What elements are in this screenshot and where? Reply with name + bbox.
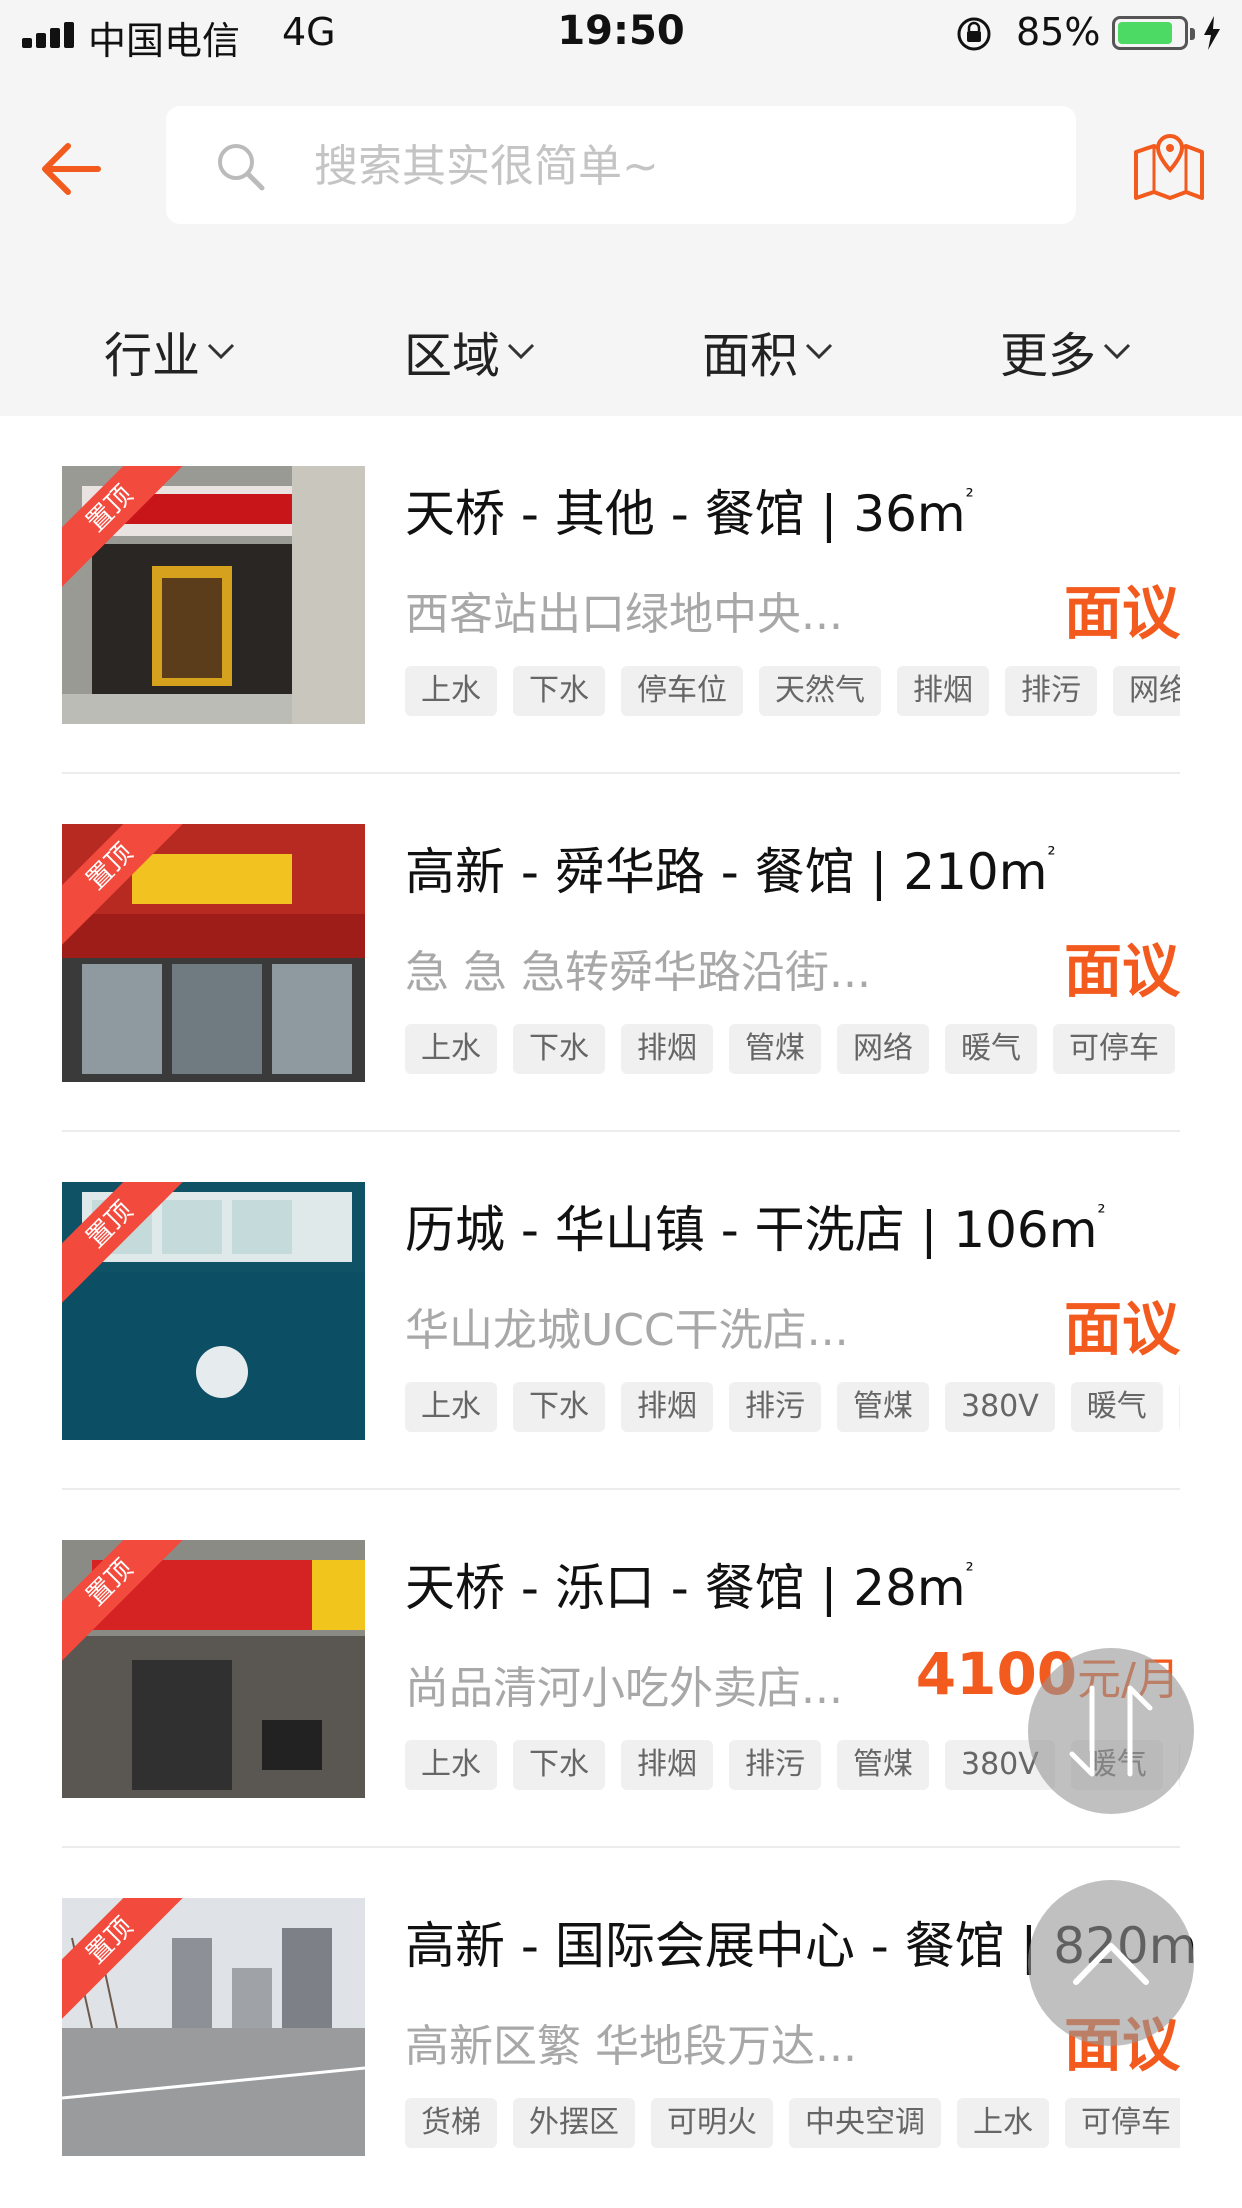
header: 行业 区域 面积 更多 [0,66,1242,416]
orientation-lock-icon [957,17,991,51]
feature-tag: 货梯 [405,2098,497,2148]
feature-tag: 上水 [405,1024,497,1074]
feature-tag: 网络 [1113,666,1180,716]
feature-tag: 排烟 [621,1382,713,1432]
scroll-to-top-icon [1073,1943,1149,1985]
listing-title: 高新 - 舜华路 - 餐馆 | 210m² [405,842,1056,901]
listing-photo: 置顶 [62,824,365,1082]
listing-price: 面议 [1063,579,1180,647]
sort-toggle-button[interactable] [1028,1648,1194,1814]
listing-tags: 上水 下水 停车位 天然气 排烟 排污 网络 [405,666,1180,720]
list-item[interactable]: 置顶 历城 - 华山镇 - 干洗店 | 106m² 华山龙城UCC干洗店... … [0,1132,1242,1490]
feature-tag: 上水 [405,1382,497,1432]
feature-tag: 停车位 [621,666,743,716]
filter-label: 行业 [104,328,201,384]
feature-tag: 网络 [837,1024,929,1074]
feature-tag: 排烟 [621,1740,713,1790]
feature-tag: 上水 [405,666,497,716]
feature-tag: 下水 [513,1740,605,1790]
back-arrow-icon[interactable] [36,134,106,204]
filter-label: 区域 [404,328,501,384]
listing-tags: 货梯 外摆区 可明火 中央空调 上水 可停车 [405,2098,1180,2152]
listing-desc: 急 急 急转舜华路沿街... [405,947,871,998]
feature-tag: 暖气 [945,1024,1037,1074]
feature-tag: 天然气 [759,666,881,716]
listing-photo: 置顶 [62,1540,365,1798]
filter-more[interactable]: 更多 [1000,306,1132,396]
feature-tag: 下水 [513,1382,605,1432]
feature-tag: 管煤 [837,1740,929,1790]
feature-tag: 外摆区 [513,2098,635,2148]
status-bar: 中国电信 4G 19:50 85% [0,0,1242,66]
listing-desc: 高新区繁 华地段万达... [405,2021,857,2072]
feature-tag: 上水 [405,1740,497,1790]
feature-tag: 排烟 [621,1024,713,1074]
feature-tag: 中央空调 [789,2098,941,2148]
filter-area[interactable]: 面积 [702,306,834,396]
battery-percent: 85% [1016,10,1101,54]
search-icon [218,144,265,191]
listing-photo: 置顶 [62,466,365,724]
chevron-down-icon [805,343,833,360]
search-bar[interactable] [166,106,1076,226]
feature-tag: 管煤 [837,1382,929,1432]
search-input[interactable] [312,106,1036,226]
listing-title: 天桥 - 其他 - 餐馆 | 36m² [405,484,974,543]
filter-bar: 行业 区域 面积 更多 [0,306,1242,396]
feature-tag: 380V [945,1382,1055,1432]
listing-photo: 置顶 [62,1182,365,1440]
feature-tag: 可停车 [1053,1024,1175,1074]
charging-icon [1204,16,1220,50]
chevron-down-icon [1103,343,1131,360]
listing-title: 历城 - 华山镇 - 干洗店 | 106m² [405,1200,1106,1259]
feature-tag: 可停车 [1065,2098,1180,2148]
listing-desc: 尚品清河小吃外卖店... [405,1663,843,1714]
filter-label: 面积 [702,328,799,384]
feature-tag: 下水 [513,1024,605,1074]
listing-desc: 华山龙城UCC干洗店... [405,1305,849,1356]
feature-tag: 排污 [729,1382,821,1432]
chevron-down-icon [207,343,235,360]
battery-icon [1112,16,1195,50]
feature-tag: 排烟 [897,666,989,716]
listing-tags: 上水下水排烟排污管煤 380V 暖气网络 [405,1382,1180,1436]
listing-photo: 置顶 [62,1898,365,2156]
feature-tag: 管煤 [729,1024,821,1074]
filter-industry[interactable]: 行业 [104,306,236,396]
listing-price: 面议 [1063,1295,1180,1363]
feature-tag: 下水 [513,666,605,716]
listing-price: 面议 [1063,937,1180,1005]
scroll-to-top-button[interactable] [1028,1880,1194,2046]
feature-tag: 可明火 [651,2098,773,2148]
sort-toggle-icon [1069,1685,1153,1777]
listing-tags: 上水下水排烟管煤网络暖气可停车3 [405,1024,1180,1078]
list-item[interactable]: 置顶 高新 - 舜华路 - 餐馆 | 210m² 急 急 急转舜华路沿街... … [0,774,1242,1132]
feature-tag: 排污 [729,1740,821,1790]
filter-region[interactable]: 区域 [404,306,536,396]
filter-label: 更多 [1000,328,1097,384]
feature-tag: 暖气 [1070,1382,1163,1432]
feature-tag: 网络 [1178,1382,1180,1432]
feature-tag: 排污 [1005,666,1097,716]
list-item[interactable]: 置顶 天桥 - 其他 - 餐馆 | 36m² 西客站出口绿地中央... 面议 上… [0,416,1242,774]
listing-desc: 西客站出口绿地中央... [405,589,843,640]
listing-title: 天桥 - 泺口 - 餐馆 | 28m² [405,1558,974,1617]
feature-tag: 上水 [957,2098,1049,2148]
map-pin-icon[interactable] [1132,132,1206,202]
chevron-down-icon [507,343,535,360]
